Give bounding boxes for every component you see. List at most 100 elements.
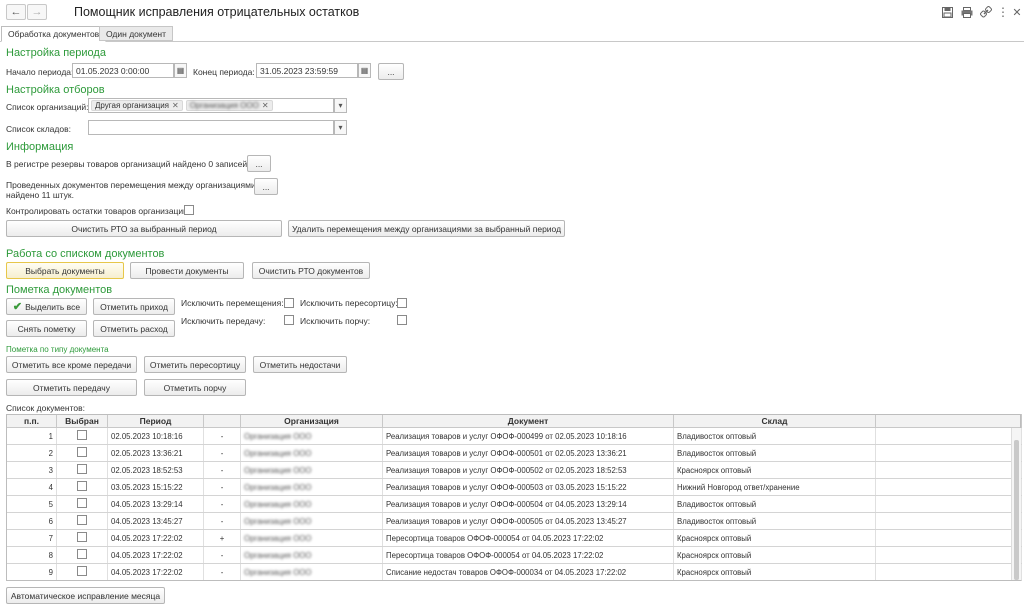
warehouses-field[interactable] bbox=[88, 120, 334, 135]
exclude-moves-checkbox[interactable] bbox=[284, 298, 294, 308]
moves-open-button[interactable]: ... bbox=[254, 178, 278, 195]
back-button[interactable]: ← bbox=[6, 4, 26, 20]
mark-by-type-title: Пометка по типу документа bbox=[6, 345, 109, 354]
column-header[interactable]: Документ bbox=[382, 414, 674, 428]
post-documents-button[interactable]: Провести документы bbox=[130, 262, 244, 279]
table-row[interactable]: 2 02.05.2023 13:36:21- Организация ООО Реал… bbox=[6, 444, 1022, 462]
link-icon[interactable] bbox=[979, 5, 993, 19]
table-row[interactable]: 7 04.05.2023 17:22:02 + Организация ООО Пере… bbox=[6, 529, 1022, 547]
row-selected-cell bbox=[56, 529, 108, 547]
row-selected-checkbox[interactable] bbox=[77, 532, 87, 542]
table-row[interactable]: 8 04.05.2023 17:22:02- Организация ООО Пере… bbox=[6, 546, 1022, 564]
more-icon[interactable]: ⋮ bbox=[996, 5, 1010, 19]
period-end-input[interactable]: 31.05.2023 23:59:59 bbox=[256, 63, 358, 78]
table-scrollbar[interactable] bbox=[1011, 428, 1021, 580]
chevron-down-icon: ▾ bbox=[338, 101, 343, 110]
row-empty bbox=[875, 529, 1022, 547]
column-header[interactable]: Организация bbox=[240, 414, 383, 428]
warehouses-dropdown-button[interactable]: ▾ bbox=[334, 120, 347, 135]
remove-tag-icon[interactable]: ✕ bbox=[172, 101, 179, 110]
row-selected-checkbox[interactable] bbox=[77, 549, 87, 559]
row-selected-checkbox[interactable] bbox=[77, 515, 87, 525]
mark-shortage-button[interactable]: Отметить недостачи bbox=[253, 356, 347, 373]
register-open-button[interactable]: ... bbox=[247, 155, 271, 172]
row-number: 1 bbox=[6, 427, 57, 445]
row-mark: - bbox=[203, 546, 241, 564]
close-icon[interactable]: ✕ bbox=[1010, 5, 1024, 19]
row-selected-checkbox[interactable] bbox=[77, 447, 87, 457]
row-number: 8 bbox=[6, 546, 57, 564]
row-selected-cell bbox=[56, 444, 108, 462]
row-selected-cell bbox=[56, 461, 108, 479]
row-organization: Организация ООО bbox=[240, 495, 383, 513]
mark-except-transfer-button[interactable]: Отметить все кроме передачи bbox=[6, 356, 137, 373]
scrollbar-thumb[interactable] bbox=[1014, 440, 1019, 580]
warehouses-label: Список складов: bbox=[6, 124, 71, 134]
tab-single-document[interactable]: Один документ bbox=[99, 26, 174, 41]
row-selected-checkbox[interactable] bbox=[77, 464, 87, 474]
row-period: 04.05.2023 17:22:02 bbox=[107, 546, 204, 564]
row-document: Реализация товаров и услуг ОФОФ-000504 о… bbox=[382, 495, 674, 513]
orgs-field[interactable]: Другая организация ✕ Организация ООО ✕ bbox=[88, 98, 334, 113]
row-empty bbox=[875, 563, 1022, 581]
remove-tag-icon[interactable]: ✕ bbox=[262, 101, 269, 110]
row-period: 02.05.2023 13:36:21 bbox=[107, 444, 204, 462]
select-documents-button[interactable]: Выбрать документы bbox=[6, 262, 124, 279]
forward-button[interactable]: → bbox=[27, 4, 47, 20]
table-row[interactable]: 9 04.05.2023 17:22:02- Организация ООО Спис… bbox=[6, 563, 1022, 581]
row-selected-checkbox[interactable] bbox=[77, 566, 87, 576]
column-header[interactable]: Период bbox=[107, 414, 204, 428]
row-selected-checkbox[interactable] bbox=[77, 481, 87, 491]
orgs-dropdown-button[interactable]: ▾ bbox=[334, 98, 347, 113]
mark-transfer-button[interactable]: Отметить передачу bbox=[6, 379, 137, 396]
row-selected-checkbox[interactable] bbox=[77, 430, 87, 440]
row-warehouse: Красноярск оптовый bbox=[673, 546, 876, 564]
row-warehouse: Владивосток оптовый bbox=[673, 512, 876, 530]
tab-processing-documents[interactable]: Обработка документов bbox=[1, 26, 107, 42]
table-row[interactable]: 6 04.05.2023 13:45:27- Организация ООО Реал… bbox=[6, 512, 1022, 530]
row-empty bbox=[875, 444, 1022, 462]
row-number: 3 bbox=[6, 461, 57, 479]
period-select-button[interactable]: ... bbox=[378, 63, 404, 80]
marking-section-title: Пометка документов bbox=[6, 284, 113, 296]
column-header[interactable]: Выбран bbox=[56, 414, 108, 428]
unmark-button[interactable]: Снять пометку bbox=[6, 320, 87, 337]
column-header[interactable] bbox=[203, 414, 241, 428]
select-all-button[interactable]: ✔ Выделить все bbox=[6, 298, 87, 315]
row-organization: Организация ООО bbox=[240, 461, 383, 479]
exclude-transfer-label: Исключить передачу: bbox=[181, 316, 266, 326]
table-row[interactable]: 4 03.05.2023 15:15:22- Организация ООО Реал… bbox=[6, 478, 1022, 496]
delete-moves-button[interactable]: Удалить перемещения между организациями … bbox=[288, 220, 565, 237]
exclude-regrade-checkbox[interactable] bbox=[397, 298, 407, 308]
row-number: 2 bbox=[6, 444, 57, 462]
clear-rto-documents-button[interactable]: Очистить РТО документов bbox=[252, 262, 370, 279]
column-header[interactable]: Склад bbox=[673, 414, 876, 428]
period-start-input[interactable]: 01.05.2023 0:00:00 bbox=[72, 63, 174, 78]
org-tag: Другая организация ✕ bbox=[91, 100, 183, 111]
mark-damage-button[interactable]: Отметить порчу bbox=[144, 379, 246, 396]
period-start-calendar-button[interactable]: ▦ bbox=[174, 63, 187, 78]
row-selected-checkbox[interactable] bbox=[77, 498, 87, 508]
exclude-transfer-checkbox[interactable] bbox=[284, 315, 294, 325]
row-period: 04.05.2023 13:45:27 bbox=[107, 512, 204, 530]
clear-rto-period-button[interactable]: Очистить РТО за выбранный период bbox=[6, 220, 282, 237]
mark-regrade-button[interactable]: Отметить пересортицу bbox=[144, 356, 246, 373]
save-icon[interactable] bbox=[940, 5, 954, 19]
mark-income-button[interactable]: Отметить приход bbox=[93, 298, 175, 315]
table-row[interactable]: 1 02.05.2023 10:18:16- Организация ООО Реал… bbox=[6, 427, 1022, 445]
row-organization: Организация ООО bbox=[240, 563, 383, 581]
mark-expense-button[interactable]: Отметить расход bbox=[93, 320, 175, 337]
column-header[interactable]: п.п. bbox=[6, 414, 57, 428]
control-stock-checkbox[interactable] bbox=[184, 205, 194, 215]
moves-info-text-1: Проведенных документов перемещения между… bbox=[6, 180, 256, 190]
table-row[interactable]: 5 04.05.2023 13:29:14- Организация ООО Реал… bbox=[6, 495, 1022, 513]
exclude-damage-checkbox[interactable] bbox=[397, 315, 407, 325]
auto-fix-month-button[interactable]: Автоматическое исправление месяца bbox=[6, 587, 165, 604]
window-title: Помощник исправления отрицательных остат… bbox=[74, 5, 360, 19]
print-icon[interactable] bbox=[960, 5, 974, 19]
row-empty bbox=[875, 478, 1022, 496]
info-section-title: Информация bbox=[6, 141, 74, 153]
period-end-calendar-button[interactable]: ▦ bbox=[358, 63, 371, 78]
row-number: 6 bbox=[6, 512, 57, 530]
table-row[interactable]: 3 02.05.2023 18:52:53- Организация ООО Реал… bbox=[6, 461, 1022, 479]
